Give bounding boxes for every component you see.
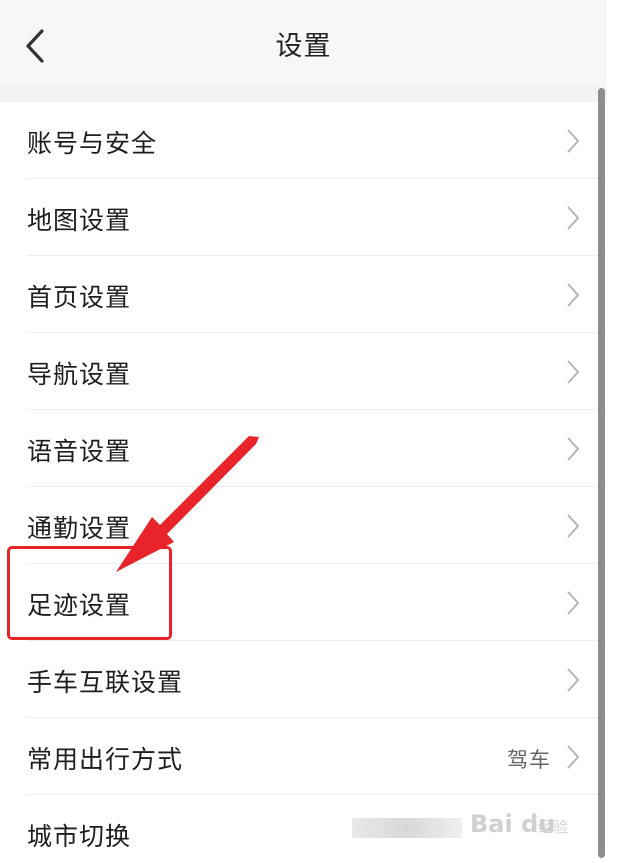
watermark: Bai du 经验 xyxy=(352,808,592,848)
settings-item-account-security[interactable]: 账号与安全 xyxy=(0,102,607,179)
settings-item-label: 手车互联设置 xyxy=(27,668,184,697)
chevron-right-icon xyxy=(567,283,580,307)
chevron-right-icon xyxy=(567,206,580,230)
settings-item-label: 通勤设置 xyxy=(27,514,132,543)
settings-item-label: 城市切换 xyxy=(27,822,132,851)
watermark-blur xyxy=(352,818,462,838)
nav-header: 设置 xyxy=(0,0,607,86)
chevron-right-icon xyxy=(567,437,580,461)
scrollbar[interactable] xyxy=(598,88,605,858)
travel-mode-value: 驾车 xyxy=(507,748,551,772)
chevron-right-icon xyxy=(567,745,580,769)
settings-item-label: 地图设置 xyxy=(27,206,132,235)
settings-item-label: 常用出行方式 xyxy=(27,745,184,774)
chevron-right-icon xyxy=(567,514,580,538)
settings-item-voice[interactable]: 语音设置 xyxy=(0,410,607,487)
chevron-right-icon xyxy=(567,129,580,153)
settings-item-map[interactable]: 地图设置 xyxy=(0,179,607,256)
chevron-right-icon xyxy=(567,591,580,615)
watermark-sub-text: 经验 xyxy=(538,818,569,836)
settings-screen: 设置 账号与安全 地图设置 首页设置 导航设置 语音设置 通勤设置 足迹设置 手… xyxy=(0,0,617,863)
chevron-right-icon xyxy=(567,668,580,692)
settings-item-label: 语音设置 xyxy=(27,437,132,466)
chevron-right-icon xyxy=(567,360,580,384)
section-gap xyxy=(0,86,607,102)
settings-item-label: 导航设置 xyxy=(27,360,132,389)
settings-item-homepage[interactable]: 首页设置 xyxy=(0,256,607,333)
settings-list: 账号与安全 地图设置 首页设置 导航设置 语音设置 通勤设置 足迹设置 手车互联… xyxy=(0,102,607,863)
page-title: 设置 xyxy=(275,31,332,62)
settings-item-navigation[interactable]: 导航设置 xyxy=(0,333,607,410)
settings-item-travel-mode[interactable]: 常用出行方式 驾车 xyxy=(0,718,607,795)
settings-item-car-connect[interactable]: 手车互联设置 xyxy=(0,641,607,718)
right-edge xyxy=(607,0,617,863)
annotation-highlight-box xyxy=(7,546,172,640)
settings-item-label: 首页设置 xyxy=(27,283,132,312)
settings-item-label: 账号与安全 xyxy=(27,129,158,158)
